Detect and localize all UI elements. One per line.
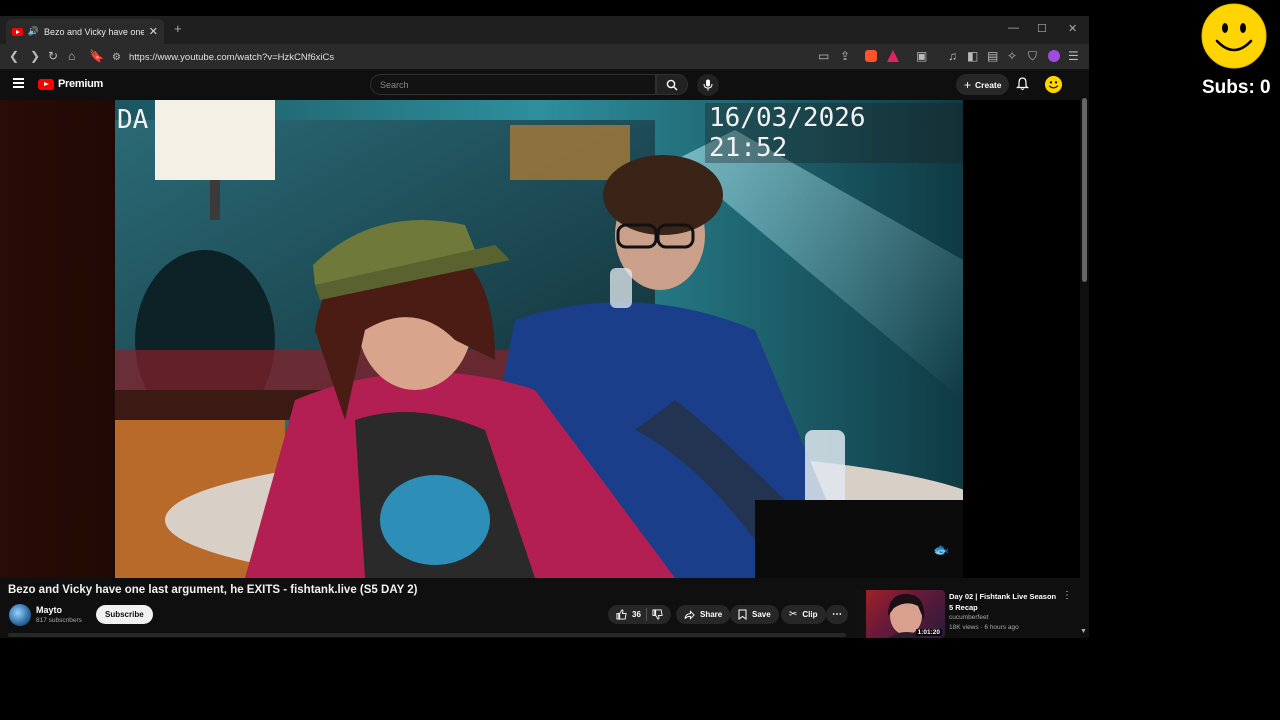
share-button[interactable]: Share xyxy=(676,605,731,624)
tab-bar: 🔊 Bezo and Vicky have one last argument,… xyxy=(0,16,1089,44)
reload-icon[interactable]: ↻ xyxy=(48,49,58,63)
youtube-play-icon xyxy=(38,78,54,90)
recommended-video-meta: 18K views · 6 hours ago xyxy=(949,624,1019,631)
search-button[interactable] xyxy=(656,74,688,95)
search-input[interactable] xyxy=(380,79,640,90)
minimize-icon[interactable]: — xyxy=(1008,22,1019,34)
page-scrollbar[interactable] xyxy=(1080,86,1089,638)
vpn-icon[interactable]: ⛉ xyxy=(1028,49,1037,63)
create-button[interactable]: + Create xyxy=(956,74,1010,95)
premium-label: Premium xyxy=(58,78,103,90)
like-divider xyxy=(645,608,647,621)
channel-name[interactable]: Mayto xyxy=(36,605,62,615)
bookmark-icon[interactable]: 🔖 xyxy=(89,49,104,63)
browser-toolbar: ❮ ❯ ↻ ⌂ 🔖 ⚙ https://www.youtube.com/watc… xyxy=(0,44,1089,70)
like-dislike-group: 36 xyxy=(608,605,671,624)
maximize-icon[interactable]: ☐ xyxy=(1037,22,1047,35)
share-icon xyxy=(684,609,695,620)
back-icon[interactable]: ❮ xyxy=(9,49,19,63)
clip-button[interactable]: ✂ Clip xyxy=(781,605,826,624)
scroll-down-arrow-icon[interactable]: ▼ xyxy=(1080,628,1087,635)
more-horizontal-icon: ⋯ xyxy=(832,609,842,620)
search-box[interactable] xyxy=(370,74,656,95)
forward-icon[interactable]: ❯ xyxy=(30,49,40,63)
like-count: 36 xyxy=(632,610,641,619)
video-title: Bezo and Vicky have one last argument, h… xyxy=(8,584,418,596)
smiley-face-icon xyxy=(1201,3,1267,69)
youtube-header: Premium + Create xyxy=(0,70,1080,99)
search-icon xyxy=(666,79,678,90)
recommended-video-title[interactable]: Day 02 | Fishtank Live Season 5 Recap xyxy=(949,591,1059,613)
rewards-icon[interactable] xyxy=(887,50,899,62)
video-scene xyxy=(115,100,963,578)
sidebar-icon[interactable]: ◧ xyxy=(967,49,978,63)
description-box-edge xyxy=(8,633,846,637)
youtube-logo[interactable]: Premium xyxy=(38,78,103,90)
channel-avatar[interactable] xyxy=(9,604,31,626)
browser-menu-icon[interactable]: ☰ xyxy=(1068,49,1079,63)
fishtank-watermark-icon: 🐟 xyxy=(933,542,950,557)
recommended-video-duration: 1:01:20 xyxy=(915,629,942,636)
subscribe-button[interactable]: Subscribe xyxy=(96,605,153,624)
close-window-icon[interactable]: ✕ xyxy=(1068,22,1077,35)
wallet-icon[interactable]: ▤ xyxy=(987,49,998,63)
like-button[interactable]: 36 xyxy=(616,609,641,620)
video-overlay-day-text: DA xyxy=(117,105,149,135)
tab-title: Bezo and Vicky have one last argument, h… xyxy=(43,26,144,37)
leo-ai-icon[interactable]: ✧ xyxy=(1007,49,1017,63)
save-bookmark-icon xyxy=(738,609,747,620)
share-page-icon[interactable]: ⇪ xyxy=(840,49,850,63)
account-avatar-icon[interactable] xyxy=(1045,76,1062,93)
scrollbar-thumb[interactable] xyxy=(1082,98,1087,282)
subs-counter-overlay: Subs: 0 xyxy=(1202,77,1271,98)
voice-search-button[interactable] xyxy=(697,74,719,96)
create-label: Create xyxy=(975,79,1002,90)
save-label: Save xyxy=(752,610,771,619)
profile-extension-icon[interactable] xyxy=(1048,50,1060,62)
share-label: Share xyxy=(700,610,723,619)
video-timestamp: 16/03/2026 21:52 xyxy=(705,103,963,163)
save-button[interactable]: Save xyxy=(730,605,779,624)
home-icon[interactable]: ⌂ xyxy=(68,49,75,63)
address-bar[interactable]: ⚙ https://www.youtube.com/watch?v=HzkCNf… xyxy=(108,47,828,67)
cast-icon[interactable]: ▭ xyxy=(818,49,829,63)
close-tab-icon[interactable]: ✕ xyxy=(149,25,158,38)
scissors-icon: ✂ xyxy=(789,609,798,620)
recommended-video-channel[interactable]: cucumberfeet xyxy=(949,614,988,621)
thumbs-down-icon[interactable] xyxy=(652,609,663,620)
guide-menu-icon[interactable] xyxy=(13,78,24,90)
new-tab-button[interactable]: + xyxy=(174,21,182,36)
thumbs-up-icon xyxy=(616,609,627,620)
recommended-video-thumbnail[interactable]: 1:01:20 xyxy=(856,590,945,638)
channel-subscriber-count: 817 subscribers xyxy=(36,617,82,624)
site-info-icon[interactable]: ⚙ xyxy=(112,52,121,63)
recommended-video-menu-icon[interactable]: ⋮ xyxy=(1062,590,1072,601)
tab-active[interactable]: 🔊 Bezo and Vicky have one last argument,… xyxy=(6,19,164,44)
notifications-bell-icon[interactable] xyxy=(1016,77,1029,91)
youtube-favicon-icon xyxy=(12,27,23,36)
speaker-icon[interactable]: 🔊 xyxy=(28,26,39,37)
url-text[interactable]: https://www.youtube.com/watch?v=HzkCNf6x… xyxy=(129,52,334,63)
music-icon[interactable]: ♫ xyxy=(948,49,957,63)
microphone-icon xyxy=(703,79,713,91)
brave-shield-icon[interactable] xyxy=(865,50,877,62)
clip-label: Clip xyxy=(802,610,818,619)
more-actions-button[interactable]: ⋯ xyxy=(826,605,848,624)
plus-icon: + xyxy=(964,77,972,92)
screenshot-icon[interactable]: ▣ xyxy=(916,49,927,63)
video-frame[interactable]: DA 16/03/2026 21:52 🐟 xyxy=(115,100,963,578)
